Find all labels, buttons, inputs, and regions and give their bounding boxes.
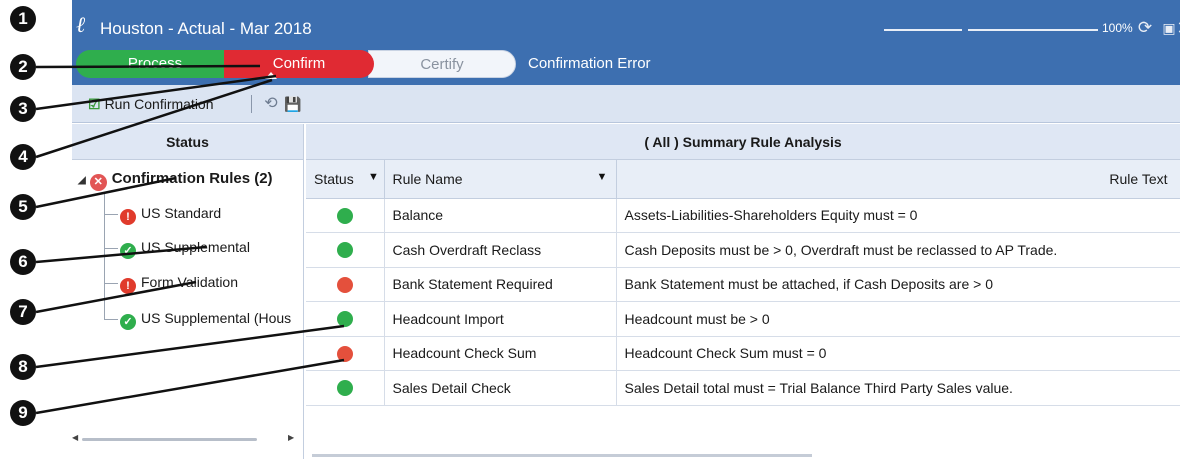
rule-text-cell: Assets-Liabilities-Shareholders Equity m… — [616, 198, 1180, 233]
table-row[interactable]: Cash Overdraft Reclass Cash Deposits must… — [306, 232, 1180, 268]
status-cell — [306, 301, 385, 337]
callout-8: 8 — [10, 354, 36, 380]
rules-table: Status ▼ Rule Name ▼ Rule Text Balance Asse… — [306, 160, 1180, 406]
run-confirmation-label: Run Confirmation — [104, 96, 214, 112]
check-icon: ✓ — [120, 314, 136, 330]
active-step-caret-icon — [265, 72, 277, 79]
zoom-slider-track-right[interactable] — [968, 29, 1098, 31]
scroll-right-icon[interactable]: ▶ — [288, 433, 294, 442]
tree-item-us-supplemental[interactable]: ✓ US Supplemental — [104, 236, 250, 259]
callout-1: 1 — [10, 6, 36, 32]
collapse-arrow-icon[interactable]: ◢ — [78, 175, 86, 186]
summary-header: ( All ) Summary Rule Analysis — [306, 124, 1180, 160]
callout-6: 6 — [10, 249, 36, 275]
zoom-level: 100% — [1102, 21, 1133, 35]
app-window: ℓ Houston - Actual - Mar 2018 100% ⟳ ▣ ✕… — [72, 0, 1180, 459]
filter-icon[interactable]: ▼ — [368, 171, 379, 183]
table-row[interactable]: Bank Statement Required Bank Statement mu… — [306, 267, 1180, 302]
callout-3: 3 — [10, 96, 36, 122]
refresh-icon[interactable]: ⟳ — [1134, 17, 1156, 39]
tree-item-label: Form Validation — [141, 274, 239, 290]
workflow-step-certify-label: Certify — [420, 56, 464, 73]
rule-name-cell: Sales Detail Check — [384, 370, 617, 406]
tree-item-us-standard[interactable]: ! US Standard — [104, 202, 222, 225]
logo-icon: ℓ — [76, 13, 86, 38]
clipboard-check-icon: ☑ — [88, 96, 101, 112]
rule-name-cell: Cash Overdraft Reclass — [384, 232, 617, 268]
callout-2: 2 — [10, 54, 36, 80]
save-icon[interactable]: 💾 — [282, 93, 304, 115]
workflow-step-confirm-label: Confirm — [272, 55, 326, 72]
tree-item-label: US Supplemental (Hous — [141, 310, 292, 326]
rule-text-cell: Sales Detail total must = Trial Balance … — [616, 370, 1180, 406]
table-row[interactable]: Headcount Import Headcount must be > 0 — [306, 301, 1180, 337]
run-confirmation-button[interactable]: ☑ Run Confirmation — [88, 93, 214, 115]
table-row[interactable]: Balance Assets-Liabilities-Shareholders E… — [306, 198, 1180, 233]
rule-name-cell: Headcount Import — [384, 301, 617, 337]
error-exclamation-icon: ! — [120, 209, 136, 225]
filter-icon[interactable]: ▼ — [597, 171, 608, 183]
rule-name-cell: Bank Statement Required — [384, 267, 617, 302]
column-header-status[interactable]: Status ▼ — [306, 160, 385, 199]
status-tree-pane: Status ◢ ✕ Confirmation Rules (2) ! US Stan… — [72, 124, 304, 459]
callout-7: 7 — [10, 299, 36, 325]
table-row[interactable]: Headcount Check Sum Headcount Check Sum m… — [306, 336, 1180, 371]
status-dot-icon — [336, 242, 353, 259]
rule-text-cell: Headcount Check Sum must = 0 — [616, 336, 1180, 371]
scroll-left-icon[interactable]: ◀ — [72, 433, 78, 442]
close-icon[interactable]: ✕ — [1176, 17, 1180, 39]
status-cell — [306, 370, 385, 406]
window-title: Houston - Actual - Mar 2018 — [100, 19, 312, 38]
status-dot-icon — [336, 207, 353, 224]
workflow-step-confirm[interactable]: Confirm — [224, 50, 374, 78]
status-dot-icon — [336, 345, 353, 362]
tree-item-label: US Supplemental — [141, 239, 250, 255]
status-cell — [306, 232, 385, 268]
scrollbar-thumb[interactable] — [82, 438, 257, 441]
callout-5: 5 — [10, 194, 36, 220]
rule-name-cell: Balance — [384, 198, 617, 233]
workflow-step-certify[interactable]: Certify — [368, 50, 516, 78]
rule-text-cell: Headcount must be > 0 — [616, 301, 1180, 337]
tree-item-form-validation[interactable]: ! Form Validation — [104, 271, 239, 294]
summary-rule-pane: ( All ) Summary Rule Analysis Status ▼ Ru… — [306, 124, 1180, 459]
status-dot-icon — [336, 276, 353, 293]
status-pane-header: Status — [72, 124, 303, 160]
title-bar: ℓ Houston - Actual - Mar 2018 100% ⟳ ▣ ✕… — [72, 0, 1180, 85]
check-icon: ✓ — [120, 243, 136, 259]
status-dot-icon — [336, 380, 353, 397]
status-cell — [306, 336, 385, 371]
callout-9: 9 — [10, 400, 36, 426]
tree-item-label: US Standard — [141, 205, 222, 221]
toolbar: ☑ Run Confirmation ⟲ 💾 — [72, 85, 1180, 123]
status-cell — [306, 267, 385, 302]
error-exclamation-icon: ! — [120, 278, 136, 294]
undo-icon[interactable]: ⟲ — [260, 93, 282, 115]
tree-root-label: Confirmation Rules (2) — [111, 170, 273, 187]
toolbar-divider — [251, 95, 252, 113]
tree-item-us-supplemental-houston[interactable]: ✓ US Supplemental (Hous — [104, 307, 292, 330]
column-header-rule-name[interactable]: Rule Name ▼ — [384, 160, 617, 199]
table-header-row: Status ▼ Rule Name ▼ Rule Text — [306, 160, 1180, 199]
workflow-step-process[interactable]: Process — [76, 50, 234, 78]
rule-text-cell: Cash Deposits must be > 0, Overdraft mus… — [616, 232, 1180, 268]
tree-horizontal-scrollbar[interactable]: ◀ ▶ — [72, 433, 300, 445]
zoom-slider-track-left[interactable] — [884, 29, 962, 31]
rule-name-cell: Headcount Check Sum — [384, 336, 617, 371]
table-row[interactable]: Sales Detail Check Sales Detail total mus… — [306, 370, 1180, 406]
status-dot-icon — [336, 311, 353, 328]
workflow-step-process-label: Process — [127, 55, 183, 72]
callout-4: 4 — [10, 144, 36, 170]
error-x-icon: ✕ — [89, 174, 107, 191]
status-cell — [306, 198, 385, 233]
tree-root-confirmation-rules[interactable]: ◢ ✕ Confirmation Rules (2) — [78, 168, 273, 191]
rule-text-cell: Bank Statement must be attached, if Cash… — [616, 267, 1180, 302]
table-horizontal-scrollbar[interactable] — [312, 454, 812, 457]
workflow-status-text: Confirmation Error — [528, 55, 651, 72]
column-header-rule-text[interactable]: Rule Text — [616, 160, 1180, 199]
